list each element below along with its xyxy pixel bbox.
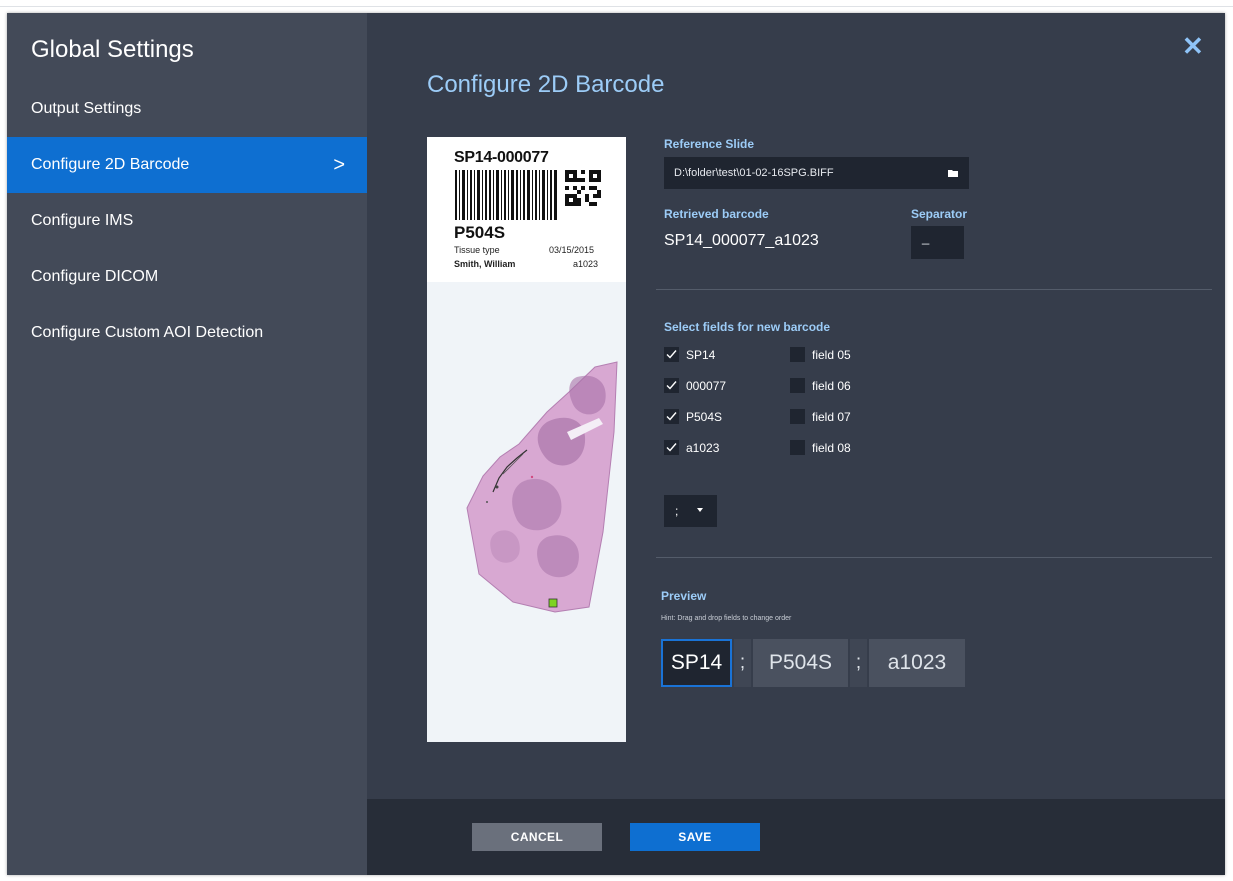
preview-separator: ;: [850, 639, 867, 687]
global-settings-dialog: Global Settings Output Settings Configur…: [7, 13, 1225, 875]
retrieved-barcode-value: SP14_000077_a1023: [664, 232, 819, 249]
preview-chip-a1023[interactable]: a1023: [869, 639, 965, 687]
sidebar-item-label: Output Settings: [31, 100, 142, 117]
checkbox[interactable]: [664, 378, 679, 393]
sidebar-item-configure-dicom[interactable]: Configure DICOM: [7, 249, 367, 305]
top-border: [0, 6, 1233, 7]
checkbox[interactable]: [664, 409, 679, 424]
checkbox[interactable]: [790, 378, 805, 393]
checkbox[interactable]: [790, 440, 805, 455]
sidebar: Global Settings Output Settings Configur…: [7, 13, 367, 875]
retrieved-barcode-label: Retrieved barcode: [664, 207, 769, 221]
checkbox-label: field 07: [812, 410, 851, 424]
sidebar-item-output-settings[interactable]: Output Settings: [7, 81, 367, 137]
slide-label-id: SP14-000077: [454, 149, 549, 166]
sidebar-item-label: Configure IMS: [31, 212, 134, 229]
sidebar-item-configure-2d-barcode[interactable]: Configure 2D Barcode >: [7, 137, 367, 193]
separator-dropdown-value: ;: [675, 504, 679, 518]
sidebar-title: Global Settings: [31, 36, 194, 63]
main-panel: ✕ Configure 2D Barcode SP14-000077 P504S…: [367, 13, 1225, 799]
folder-icon[interactable]: [948, 169, 958, 177]
barcode-image: [455, 170, 557, 220]
close-icon[interactable]: ✕: [1182, 33, 1204, 59]
chevron-right-icon: >: [333, 154, 345, 176]
sidebar-item-label: Configure DICOM: [31, 268, 159, 285]
divider: [656, 557, 1212, 558]
reference-slide-value: D:\folder\test\01-02-16SPG.BIFF: [674, 167, 834, 179]
separator-dropdown[interactable]: ;: [664, 495, 717, 527]
slide-label-patient: Smith, William: [454, 259, 516, 269]
checkbox-label: field 08: [812, 441, 851, 455]
check-icon: [666, 350, 677, 359]
checkbox-label: a1023: [686, 441, 720, 455]
select-fields-label: Select fields for new barcode: [664, 320, 831, 334]
caret-down-icon: [697, 508, 703, 512]
check-icon: [666, 381, 677, 390]
slide-label-stain: P504S: [454, 223, 506, 242]
checkbox-label: P504S: [686, 410, 723, 424]
preview-chip-p504s[interactable]: P504S: [753, 639, 848, 687]
checkbox[interactable]: [790, 347, 805, 362]
slide-label-code: a1023: [573, 259, 599, 269]
preview-hint: Hint: Drag and drop fields to change ord…: [661, 615, 792, 622]
slide-label-date: 03/15/2015: [549, 245, 595, 255]
preview-chip-sp14[interactable]: SP14: [661, 639, 732, 687]
check-icon: [666, 412, 677, 421]
slide-preview-image: SP14-000077 P504S Tissue type 03/15/2015…: [427, 137, 626, 742]
checkbox-label: field 05: [812, 348, 851, 362]
sidebar-item-configure-ims[interactable]: Configure IMS: [7, 193, 367, 249]
preview-separator: ;: [734, 639, 751, 687]
slide-label-tissue-type: Tissue type: [454, 245, 500, 255]
checkbox[interactable]: [790, 409, 805, 424]
check-icon: [666, 443, 677, 452]
reference-slide-input[interactable]: D:\folder\test\01-02-16SPG.BIFF: [664, 157, 969, 189]
page-title: Configure 2D Barcode: [427, 71, 665, 98]
checkbox-label: 000077: [686, 379, 727, 393]
qr-code-image: [565, 170, 601, 206]
sidebar-item-label: Configure 2D Barcode: [31, 156, 190, 173]
save-button[interactable]: SAVE: [630, 823, 760, 851]
cancel-button[interactable]: CANCEL: [472, 823, 602, 851]
checkbox-label: field 06: [812, 379, 851, 393]
checkbox[interactable]: [664, 440, 679, 455]
dialog-footer: CANCEL SAVE: [367, 799, 1225, 875]
divider: [656, 289, 1212, 290]
separator-input[interactable]: _: [911, 226, 964, 259]
checkbox[interactable]: [664, 347, 679, 362]
slide-label: SP14-000077 P504S Tissue type 03/15/2015…: [427, 137, 626, 282]
sidebar-item-configure-custom-aoi-detection[interactable]: Configure Custom AOI Detection: [7, 305, 367, 361]
checkbox-label: SP14: [686, 348, 716, 362]
reference-slide-label: Reference Slide: [664, 137, 755, 151]
preview-label: Preview: [661, 589, 707, 603]
sidebar-item-label: Configure Custom AOI Detection: [31, 324, 264, 341]
separator-label: Separator: [911, 207, 968, 221]
tissue-image: [427, 282, 626, 742]
